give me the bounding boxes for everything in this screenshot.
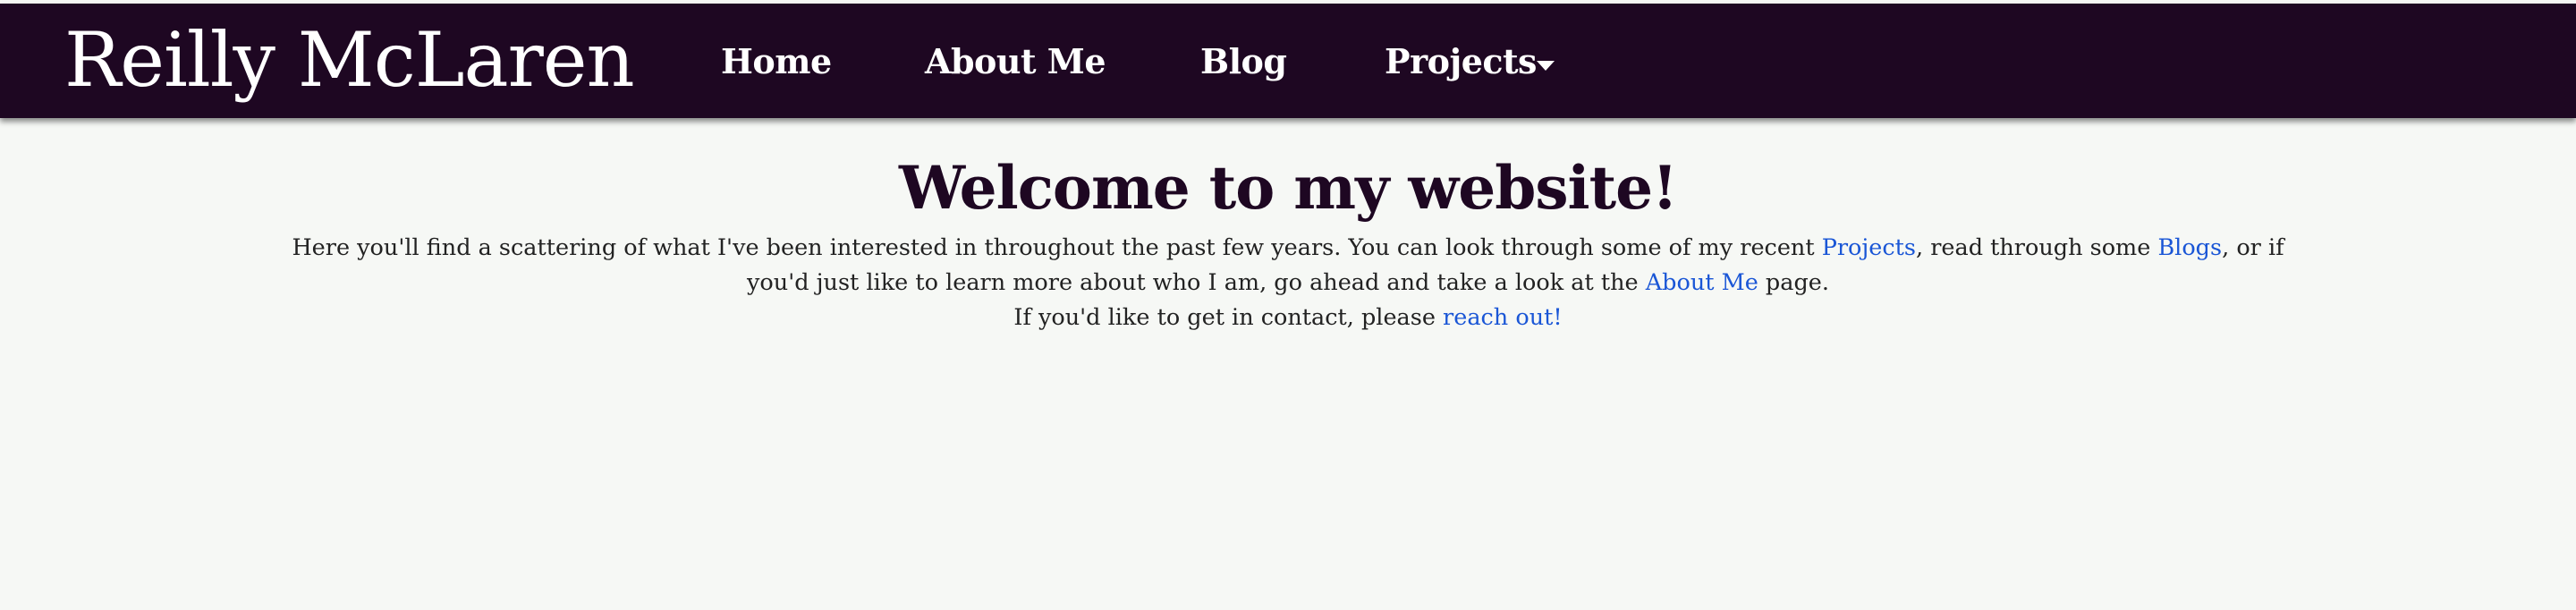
reach-out-link[interactable]: reach out! [1443,304,1563,331]
caret-down-icon[interactable] [1537,61,1555,71]
intro-text-2: , read through some [1916,234,2158,261]
contact-text: If you'd like to get in contact, please [1013,304,1444,331]
nav-projects-dropdown[interactable]: Projects [1385,41,1537,82]
nav-about-link[interactable]: About Me [925,41,1106,82]
intro-text-1: Here you'll find a scattering of what I'… [292,234,1822,261]
nav-home-link[interactable]: Home [721,41,832,82]
page-title: Welcome to my website! [898,153,1678,223]
about-me-link[interactable]: About Me [1646,269,1758,296]
main-content: Welcome to my website! Here you'll find … [0,134,2576,335]
intro-text-4: page. [1758,269,1829,296]
projects-link[interactable]: Projects [1822,234,1916,261]
site-brand[interactable]: Reilly McLaren [64,11,635,109]
blogs-link[interactable]: Blogs [2157,234,2222,261]
navbar: Reilly McLaren Home About Me Blog Projec… [0,4,2576,118]
intro-paragraph: Here you'll find a scattering of what I'… [277,231,2299,335]
nav-blog-link[interactable]: Blog [1200,41,1287,82]
